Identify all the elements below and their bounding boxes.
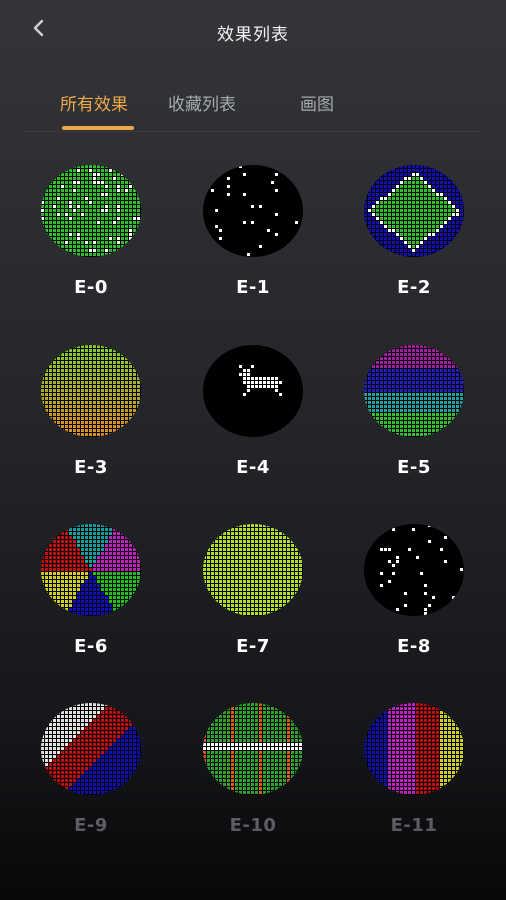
effect-thumbnail xyxy=(364,165,464,257)
tab-favorites[interactable]: 收藏列表 xyxy=(168,90,236,115)
effect-label: E-7 xyxy=(236,636,270,657)
effect-item-e1[interactable]: E-1 xyxy=(188,165,318,315)
effect-thumbnail xyxy=(203,703,303,795)
effect-label: E-2 xyxy=(397,277,431,298)
effect-grid: E-0 E-1 E-2 E-3 E-4 E-5 E-6 E-7 E-8 E-9 … xyxy=(0,165,506,855)
tab-bar: 所有效果 收藏列表 画图 xyxy=(24,86,480,132)
effect-label: E-11 xyxy=(390,815,438,836)
tab-drawing[interactable]: 画图 xyxy=(300,90,334,115)
effect-item-e4[interactable]: E-4 xyxy=(188,345,318,495)
effect-item-e9[interactable]: E-9 xyxy=(26,703,156,853)
effect-thumbnail xyxy=(41,165,141,257)
effect-item-e11[interactable]: E-11 xyxy=(349,703,479,853)
tab-active-indicator xyxy=(62,126,134,130)
effect-item-e0[interactable]: E-0 xyxy=(26,165,156,315)
effect-item-e2[interactable]: E-2 xyxy=(349,165,479,315)
effect-thumbnail xyxy=(364,703,464,795)
effect-label: E-0 xyxy=(74,277,108,298)
effect-thumbnail xyxy=(203,165,303,257)
effect-thumbnail xyxy=(203,345,303,437)
effect-label: E-1 xyxy=(236,277,270,298)
effect-label: E-5 xyxy=(397,457,431,478)
effect-item-e8[interactable]: E-8 xyxy=(349,524,479,674)
effect-item-e7[interactable]: E-7 xyxy=(188,524,318,674)
effect-item-e6[interactable]: E-6 xyxy=(26,524,156,674)
effect-item-e5[interactable]: E-5 xyxy=(349,345,479,495)
effect-label: E-9 xyxy=(74,815,108,836)
effect-item-e3[interactable]: E-3 xyxy=(26,345,156,495)
header-bar: 效果列表 xyxy=(0,0,506,62)
effect-thumbnail xyxy=(203,524,303,616)
effect-thumbnail xyxy=(41,524,141,616)
effect-item-e10[interactable]: E-10 xyxy=(188,703,318,853)
tab-all-effects[interactable]: 所有效果 xyxy=(60,90,128,115)
effect-thumbnail xyxy=(364,345,464,437)
effect-thumbnail xyxy=(41,703,141,795)
effect-thumbnail xyxy=(364,524,464,616)
effect-label: E-6 xyxy=(74,636,108,657)
effect-label: E-3 xyxy=(74,457,108,478)
effect-label: E-10 xyxy=(229,815,277,836)
effect-label: E-8 xyxy=(397,636,431,657)
page-title: 效果列表 xyxy=(217,25,289,45)
effect-thumbnail xyxy=(41,345,141,437)
effect-label: E-4 xyxy=(236,457,270,478)
